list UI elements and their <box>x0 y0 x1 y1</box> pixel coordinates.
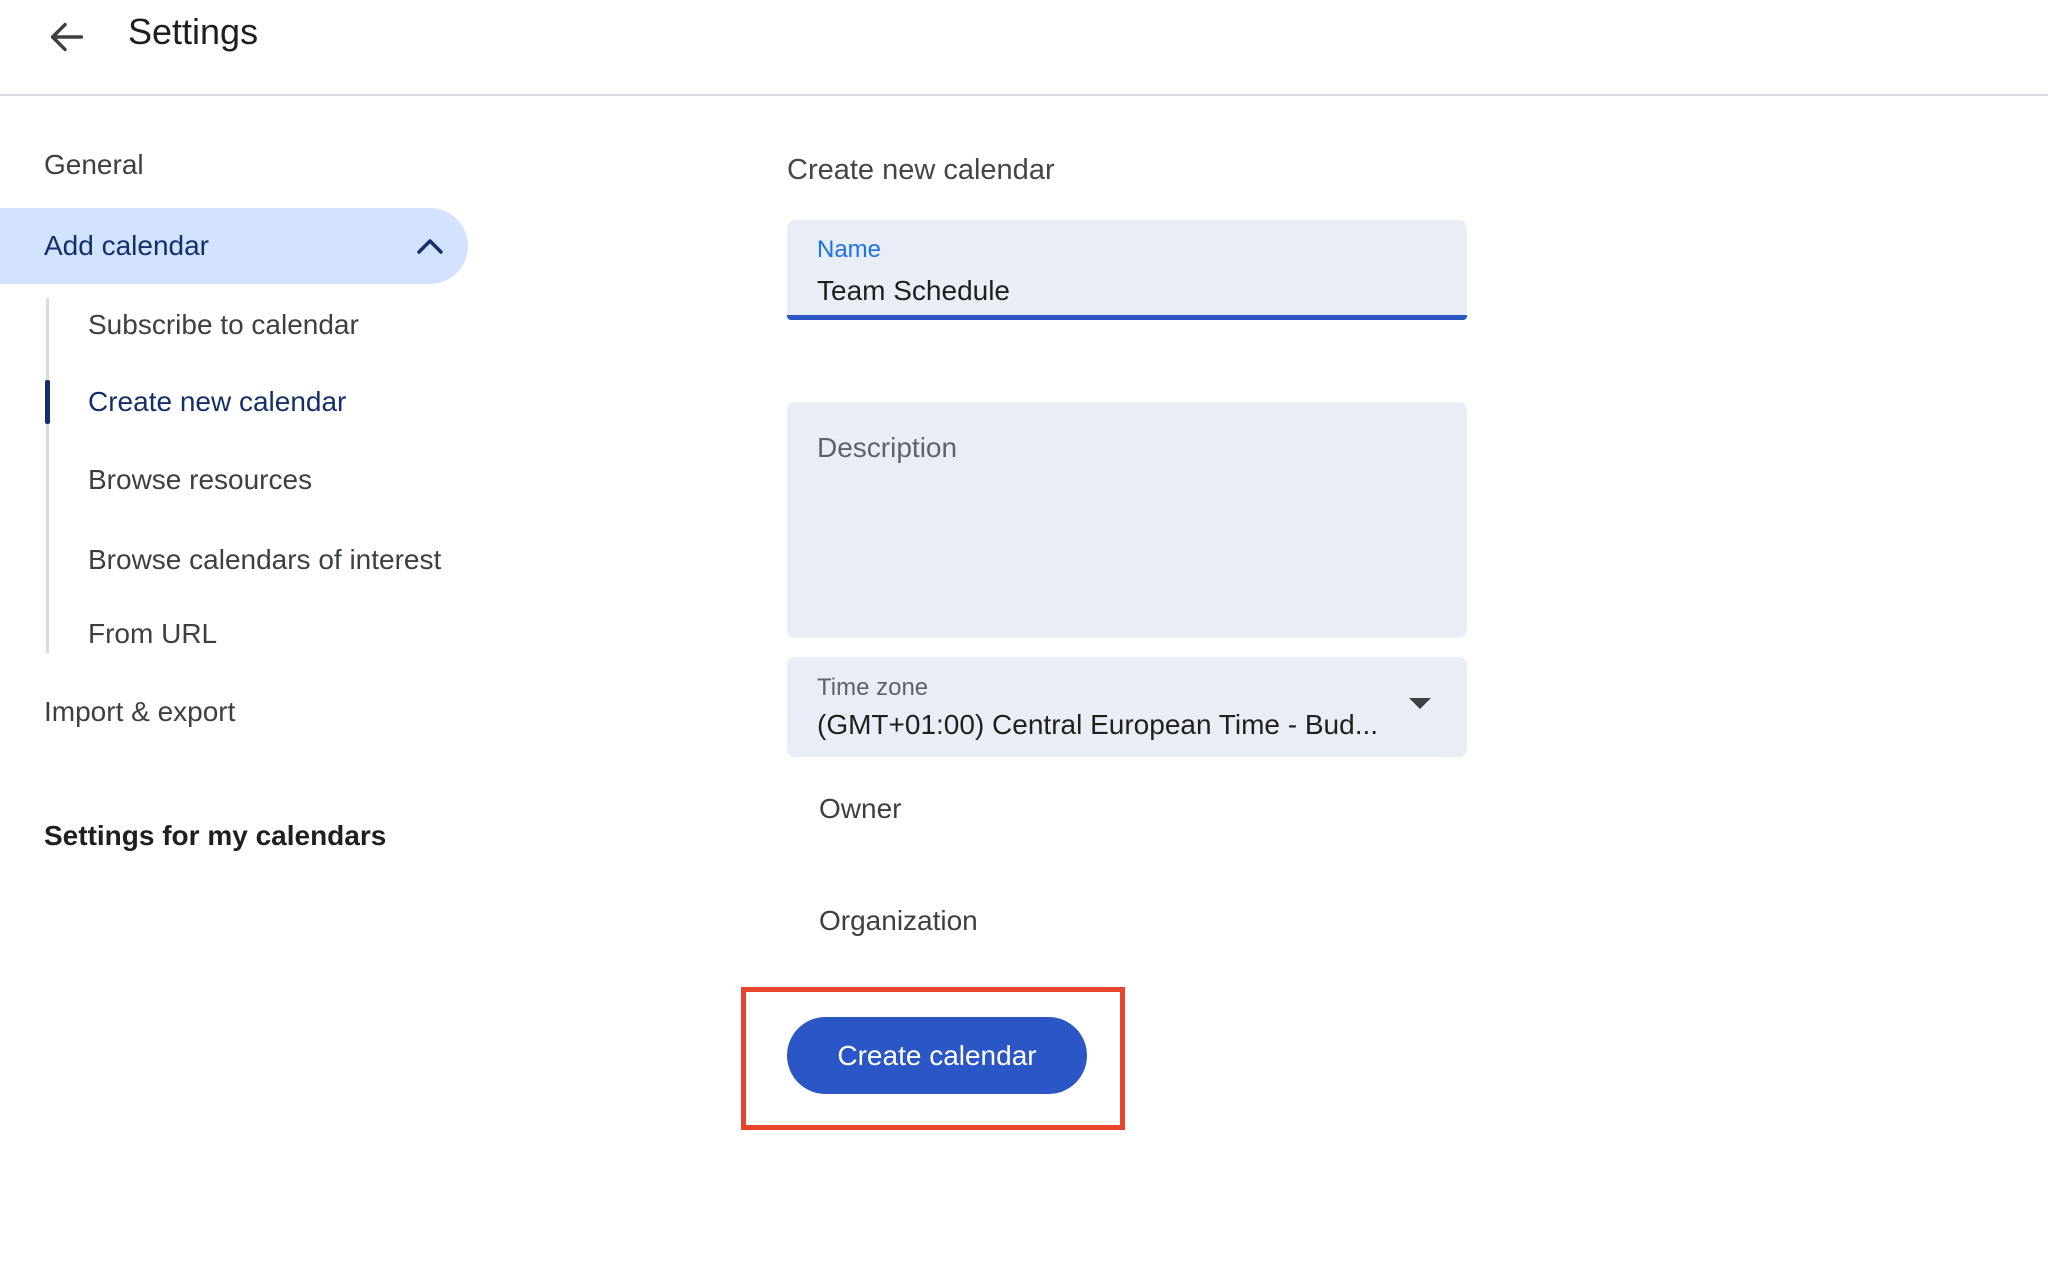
name-field-value: Team Schedule <box>817 272 1010 310</box>
sidebar-item-add-calendar[interactable]: Add calendar <box>0 208 468 284</box>
active-item-indicator <box>45 380 50 424</box>
back-button[interactable] <box>40 12 92 64</box>
sidebar-item-general[interactable]: General <box>44 143 144 187</box>
timezone-value: (GMT+01:00) Central European Time - Bud.… <box>817 706 1378 744</box>
timezone-select[interactable]: Time zone (GMT+01:00) Central European T… <box>787 657 1467 757</box>
header: Settings <box>0 0 2048 96</box>
name-field-focus-underline <box>787 315 1467 320</box>
name-field-label: Name <box>817 235 881 265</box>
create-calendar-button[interactable]: Create calendar <box>787 1017 1087 1094</box>
owner-label: Owner <box>819 789 901 829</box>
back-arrow-icon <box>43 48 89 63</box>
sidebar-item-subscribe-to-calendar[interactable]: Subscribe to calendar <box>88 303 359 347</box>
sidebar-section-settings-for-my-calendars: Settings for my calendars <box>44 814 386 858</box>
sidebar-item-browse-calendars-of-interest[interactable]: Browse calendars of interest <box>88 538 441 582</box>
sidebar-item-from-url[interactable]: From URL <box>88 612 217 656</box>
chevron-up-icon <box>416 238 444 260</box>
organization-label: Organization <box>819 901 978 941</box>
name-field[interactable]: Name Team Schedule <box>787 220 1467 320</box>
add-calendar-label: Add calendar <box>44 208 209 284</box>
calendar-settings-page: Settings General Add calendar Subscribe … <box>0 0 2048 1282</box>
sidebar-item-create-new-calendar[interactable]: Create new calendar <box>88 380 346 424</box>
timezone-label: Time zone <box>817 673 928 703</box>
description-placeholder: Description <box>817 428 957 468</box>
description-field[interactable]: Description <box>787 402 1467 638</box>
subnav-rail <box>46 298 49 653</box>
page-title: Settings <box>128 4 258 60</box>
panel-heading: Create new calendar <box>787 150 1055 190</box>
sidebar-item-import-export[interactable]: Import & export <box>44 690 235 734</box>
sidebar-item-browse-resources[interactable]: Browse resources <box>88 458 312 502</box>
caret-down-icon <box>1409 698 1431 709</box>
